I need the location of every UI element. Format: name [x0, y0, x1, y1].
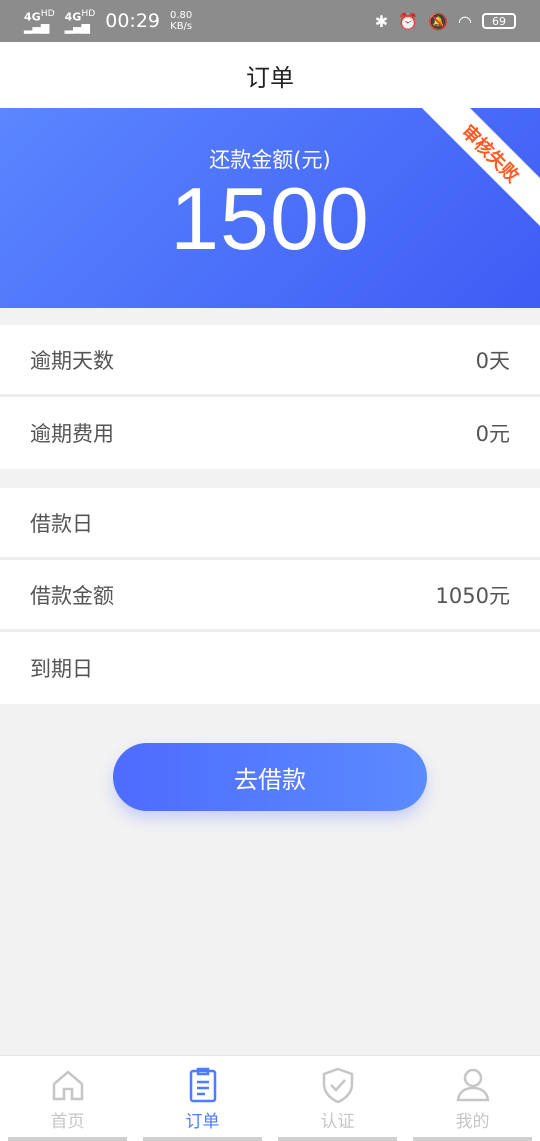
alarm-icon: ⏰ [398, 11, 419, 31]
page-title: 订单 [246, 63, 294, 92]
tab-profile[interactable]: 我的 [405, 1056, 540, 1141]
mute-icon: 🔕 [428, 11, 449, 31]
tab-orders[interactable]: 订单 [135, 1056, 270, 1141]
home-icon [52, 1070, 83, 1101]
status-time: 00:29 [105, 10, 161, 32]
signal-indicator-2: 4GHD ▂▄▆ [64, 7, 96, 35]
bluetooth-icon: ✱ [374, 11, 389, 31]
row-label: 逾期天数 [30, 348, 114, 373]
loan-group: 借款日 借款金额 1050元 到期日 [0, 488, 540, 704]
tab-verification[interactable]: 认证 [270, 1056, 405, 1141]
repayment-banner: 还款金额(元) 1500 审核失败 [0, 108, 540, 308]
row-value: 0天 [475, 348, 510, 373]
status-right: ✱ ⏰ 🔕 ◠ 69 [375, 12, 516, 31]
row-label: 逾期费用 [30, 422, 114, 446]
status-left: 4GHD ▂▄▆ 4GHD ▂▄▆ 00:29 0.80 KB/s [24, 9, 192, 34]
tab-label: 首页 [50, 1112, 85, 1132]
wifi-icon: ◠ [458, 11, 472, 31]
signal-bars-icon: ▂▄▆ [64, 21, 91, 35]
net-speed: 0.80 KB/s [170, 10, 193, 32]
tab-label: 订单 [185, 1112, 220, 1132]
battery-icon: 69 [482, 13, 516, 29]
row-label: 到期日 [30, 657, 93, 681]
bottom-tab-bar: 首页 订单 认证 我的 [0, 1055, 540, 1141]
row-value: 1050元 [435, 583, 510, 608]
row-due-date: 到期日 [0, 632, 540, 704]
shield-check-icon [322, 1067, 353, 1104]
row-overdue-days: 逾期天数 0天 [0, 325, 540, 397]
row-loan-date: 借款日 [0, 488, 540, 560]
row-overdue-fee: 逾期费用 0元 [0, 397, 540, 469]
page-title-bar: 订单 [0, 42, 540, 108]
row-label: 借款金额 [30, 583, 114, 608]
tab-home[interactable]: 首页 [0, 1056, 135, 1141]
overdue-group: 逾期天数 0天 逾期费用 0元 [0, 325, 540, 469]
borrow-button[interactable]: 去借款 [113, 743, 427, 811]
signal-bars-icon: ▂▄▆ [24, 21, 50, 35]
tab-label: 认证 [320, 1112, 355, 1132]
row-loan-amount: 借款金额 1050元 [0, 560, 540, 632]
tab-label: 我的 [455, 1112, 490, 1132]
row-label: 借款日 [30, 511, 93, 536]
row-value: 0元 [475, 422, 510, 446]
clipboard-icon [189, 1067, 216, 1103]
status-bar: 4GHD ▂▄▆ 4GHD ▂▄▆ 00:29 0.80 KB/s ✱ ⏰ 🔕 … [0, 0, 540, 42]
signal-indicator-1: 4GHD ▂▄▆ [24, 7, 55, 35]
repayment-amount: 1500 [170, 169, 370, 268]
person-icon [456, 1068, 489, 1102]
